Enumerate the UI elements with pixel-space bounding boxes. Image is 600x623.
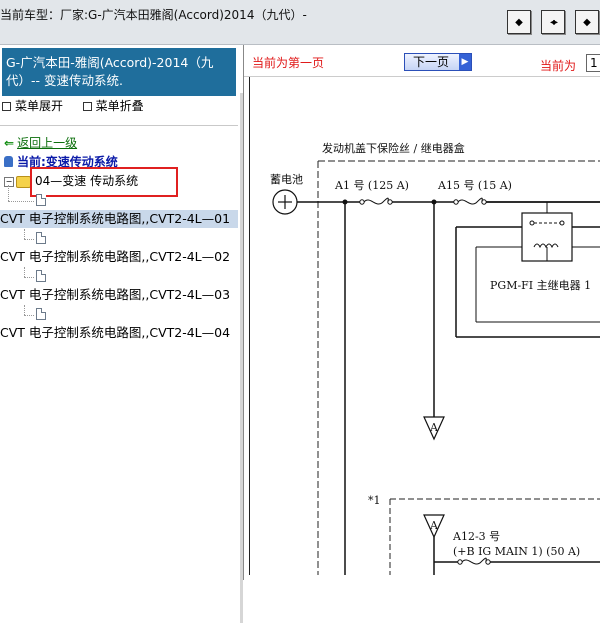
next-page-button[interactable]: 下一页 ▶ [404,53,472,71]
tree-line [24,229,25,239]
marker-label: *1 [368,494,381,507]
menu-collapse-link[interactable]: 菜单折叠 [96,99,144,113]
diamond-icon: ◆ [583,16,591,28]
split-arrows-icon: ◂▸ [549,16,558,28]
next-page-label: 下一页 [413,55,450,69]
split-frame-button[interactable]: ◂▸ [541,10,565,34]
back-link[interactable]: ⇐ 返回上一级 [4,134,77,151]
battery-label: 蓄电池 [270,173,303,186]
diamond-icon: ◆ [515,16,523,28]
fuse-a12-icon [457,557,491,565]
next-frame-button[interactable]: ◆ [575,10,599,34]
fuse-a1-icon [359,197,393,207]
list-item[interactable]: CVT 电子控制系统电路图,,CVT2-4L—01 [0,210,238,228]
vehicle-title: 当前车型：厂家:G-广汽本田雅阁(Accord)2014（九代）- [0,8,307,22]
tree-line [8,185,9,201]
current-page-label: 当前为 [540,59,577,73]
menu-expand-link[interactable]: 菜单展开 [15,99,63,113]
header-line-1: G-广汽本田-雅阁(Accord)-2014（九 [6,55,214,70]
header-line-2: 代）-- 变速传动系统. [6,73,123,88]
document-icon [36,308,46,320]
first-page-notice: 当前为第一页 [252,56,325,70]
list-item[interactable]: CVT 电子控制系统电路图,,CVT2-4L—02 [0,248,238,266]
panel-header: G-广汽本田-雅阁(Accord)-2014（九 代）-- 变速传动系统. [2,48,236,96]
left-panel: G-广汽本田-雅阁(Accord)-2014（九 代）-- 变速传动系统. 菜单… [0,45,244,623]
list-item-label: CVT 电子控制系统电路图,,CVT2-4L—04 [0,325,231,340]
collapse-toggle-icon[interactable]: − [4,176,14,187]
tree-line [24,305,25,315]
right-panel: 当前为第一页 下一页 ▶ 当前为 1 发动机盖下保险丝 / 继电器盒 蓄电池 A… [244,45,600,580]
fuse-a12-desc: (+B IG MAIN 1) (50 A) [453,545,580,558]
divider [0,125,238,126]
list-item[interactable]: CVT 电子控制系统电路图,,CVT2-4L—04 [0,324,238,342]
fuse-a15-icon [453,197,487,207]
collapse-icon [82,102,92,111]
tree-line [24,267,25,277]
list-item-label: CVT 电子控制系统电路图,,CVT2-4L—03 [0,287,231,302]
relay-icon [521,202,573,262]
back-arrow-icon: ⇐ [4,136,15,150]
menu-controls: 菜单展开 菜单折叠 [2,97,144,114]
schematic-svg: 发动机盖下保险丝 / 继电器盒 蓄电池 A1 号 (125 A) A15 号 (… [270,141,600,575]
tree-line [24,315,34,316]
fusebox-title: 发动机盖下保险丝 / 继电器盒 [322,141,465,155]
fuse-a15-label: A15 号 (15 A) [437,179,512,192]
list-item[interactable]: CVT 电子控制系统电路图,,CVT2-4L—03 [0,286,238,304]
document-icon [36,194,46,206]
connector-a-label: A [429,421,439,434]
scrollbar[interactable] [240,93,243,623]
fuse-a1-label: A1 号 (125 A) [334,179,409,192]
relay-label: PGM-FI 主继电器 1 [490,279,591,292]
wiring-diagram: 发动机盖下保险丝 / 继电器盒 蓄电池 A1 号 (125 A) A15 号 (… [249,77,600,575]
highlight-box [30,167,178,197]
list-item-label: CVT 电子控制系统电路图,,CVT2-4L—02 [0,249,231,264]
page-nav-bar: 当前为第一页 下一页 ▶ 当前为 1 [244,45,600,77]
list-item-label: CVT 电子控制系统电路图,,CVT2-4L—01 [0,211,231,226]
current-page-input[interactable]: 1 [586,54,600,72]
document-icon [36,232,46,244]
expand-icon [2,102,11,111]
top-bar: 当前车型：厂家:G-广汽本田雅阁(Accord)2014（九代）- ◆ ◂▸ ◆ [0,0,600,45]
connector-a-label: A [429,519,439,532]
tree-line [24,239,34,240]
prev-frame-button[interactable]: ◆ [507,10,531,34]
back-link-label: 返回上一级 [17,136,78,150]
arrow-right-icon: ▶ [459,54,471,70]
fuse-a12-label: A12-3 号 [452,530,500,543]
tree-line [8,201,34,202]
location-icon [4,156,13,167]
folder-icon [16,175,31,188]
tree-line [24,277,34,278]
document-icon [36,270,46,282]
